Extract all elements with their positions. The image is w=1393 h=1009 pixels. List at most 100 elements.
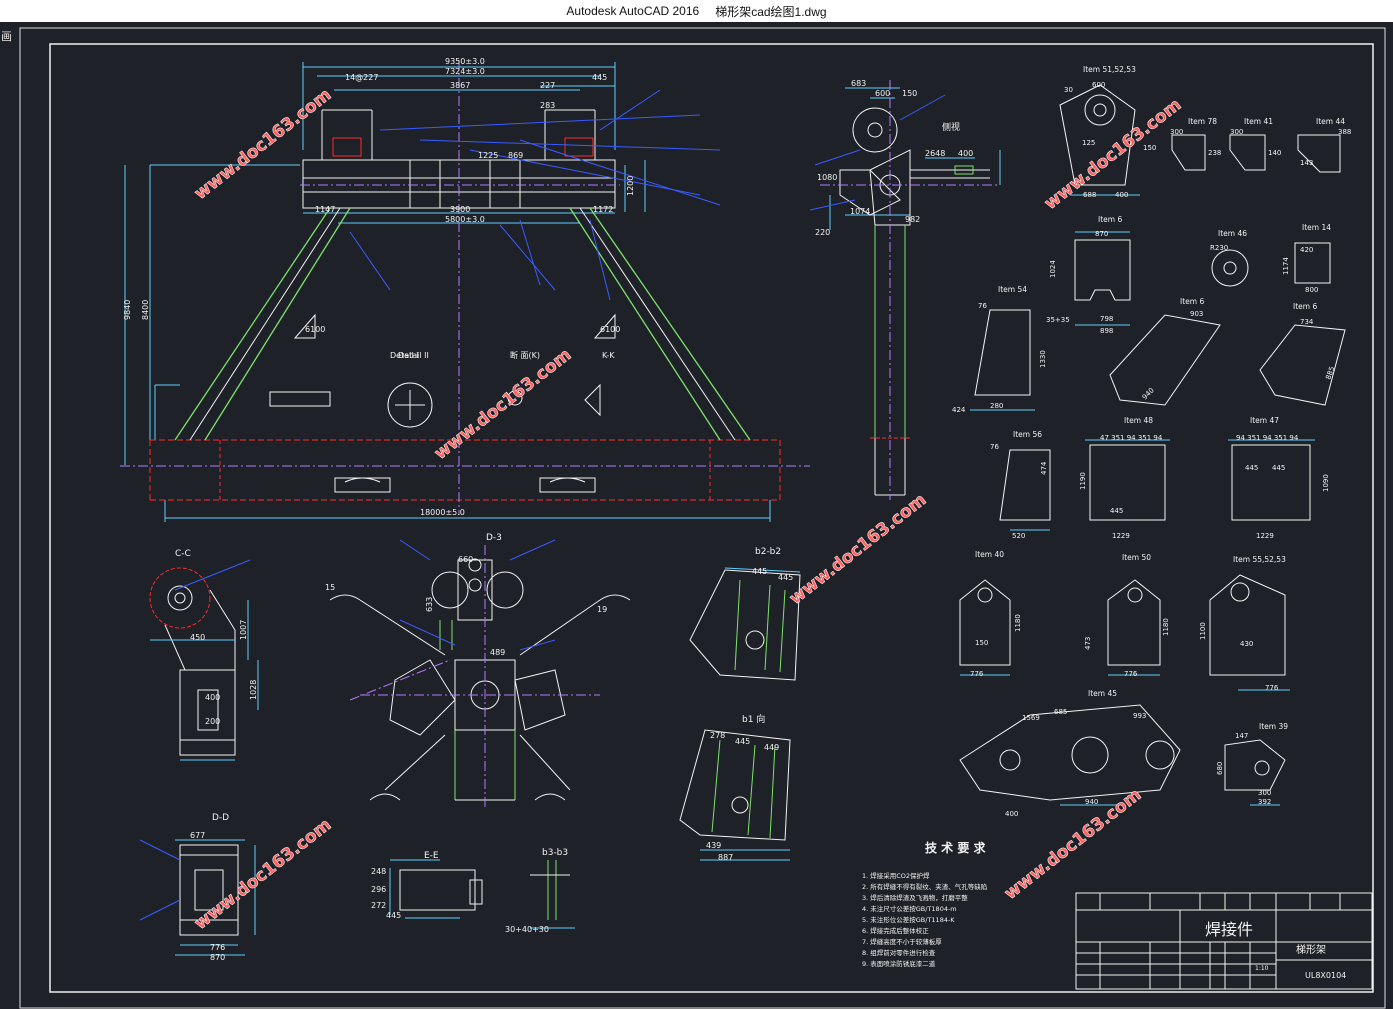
i45-dim-685: 685 — [1054, 708, 1067, 716]
i46-dim-r230: R230 — [1210, 244, 1228, 252]
b1-dim-449: 449 — [764, 743, 779, 752]
b1-dim-278: 278 — [710, 731, 725, 740]
dim-869: 869 — [508, 151, 523, 160]
section-b3b3 — [530, 860, 575, 929]
item-51-52-53-label: Item 51,52,53 — [1083, 65, 1136, 74]
ee-dim-445: 445 — [386, 911, 401, 920]
ee-dim-30: 30+40+30 — [505, 925, 549, 934]
detail-2-label: Detail II — [398, 351, 429, 360]
b3b3-label: b3-b3 — [542, 848, 568, 858]
i45-dim-940: 940 — [1085, 798, 1098, 806]
i14-dim-420: 420 — [1300, 246, 1313, 254]
main-dim-633: 633 — [425, 597, 434, 612]
dim-5800: 5800±3.0 — [445, 215, 485, 224]
i6b-dim-903: 903 — [1190, 310, 1203, 318]
side-dim-150: 150 — [902, 89, 917, 98]
i39-dim-392: 392 — [1258, 798, 1271, 806]
item-47-label: Item 47 — [1250, 416, 1279, 425]
item-50-label: Item 50 — [1122, 553, 1151, 562]
dim-3900: 3900 — [450, 205, 470, 214]
title-drawing-name: 梯形架 — [1296, 943, 1326, 956]
i45-dim-400: 400 — [1005, 810, 1018, 818]
b1-dim-887: 887 — [718, 853, 733, 862]
b1-label: b1 向 — [742, 713, 765, 725]
item-14-label: Item 14 — [1302, 223, 1331, 232]
title-scale: 1:10 — [1255, 965, 1269, 972]
dim-1147: 1147 — [315, 205, 335, 214]
i515253-dim-600: 600 — [1092, 81, 1105, 89]
tech-req-line: 2. 所有焊缝不得有裂纹、夹渣、气孔等缺陷 — [862, 882, 987, 891]
b1-dim-439: 439 — [706, 841, 721, 850]
section-main — [329, 539, 631, 810]
side-dim-1080: 1080 — [817, 173, 837, 182]
i41-dim-140: 140 — [1268, 149, 1281, 157]
item-6b-label: Item 6 — [1180, 297, 1204, 306]
side-dim-1074: 1074 — [850, 207, 870, 216]
watermark-4: www.doc163.com — [1041, 95, 1186, 214]
section-mark-label: 断 面(K) — [510, 350, 540, 360]
title-part-name: 焊接件 — [1205, 920, 1253, 939]
i6a-dim-1024: 1024 — [1049, 260, 1057, 278]
i54-dim-76: 76 — [978, 302, 987, 310]
item-56-label: Item 56 — [1013, 430, 1042, 439]
side-dim-400: 400 — [958, 149, 973, 158]
item-41-label: Item 41 — [1244, 117, 1273, 126]
i54-dim-424: 424 — [952, 406, 966, 414]
i48-dim-1190: 1190 — [1079, 472, 1087, 490]
i40-dim-776: 776 — [970, 670, 984, 678]
item-45-label: Item 45 — [1088, 689, 1117, 698]
i6c-dim-885: 885 — [1324, 365, 1336, 380]
tech-req-line: 9. 表面喷涂防锈底漆二道 — [862, 959, 936, 968]
dd-dim-776: 776 — [210, 943, 225, 952]
main-dim-660: 660 — [458, 555, 473, 564]
i55-dim-776: 776 — [1265, 684, 1279, 692]
i515253-dim-150: 150 — [1143, 144, 1156, 152]
item-39-label: Item 39 — [1259, 722, 1288, 731]
item-54-label: Item 54 — [998, 285, 1027, 294]
item-48-label: Item 48 — [1124, 416, 1153, 425]
section-b2b2 — [689, 567, 801, 681]
i515253-dim-400: 400 — [1115, 191, 1128, 199]
slope-left: 6100 — [305, 325, 325, 334]
tech-req-line: 8. 组焊前对零件进行检查 — [862, 948, 936, 957]
i6a-dim-870: 870 — [1095, 230, 1108, 238]
side-view — [809, 80, 1001, 500]
drawing-svg[interactable]: 9350±3.0 7324±3.0 3867 227 445 14@227 28… — [0, 0, 1393, 1009]
i47-dim-1229: 1229 — [1256, 532, 1274, 540]
watermarks: www.doc163.com www.doc163.com www.doc163… — [191, 85, 1186, 935]
tech-req-line: 3. 焊后清除焊渣及飞溅物，打磨平整 — [862, 893, 968, 902]
i56-dim-76: 76 — [990, 443, 999, 451]
side-dim-683: 683 — [851, 79, 866, 88]
i47-dim-445b: 445 — [1272, 464, 1285, 472]
i56-dim-520: 520 — [1012, 532, 1025, 540]
i41-dim-300: 300 — [1230, 128, 1243, 136]
cc-dim-200: 200 — [205, 717, 220, 726]
i39-dim-300: 300 — [1258, 789, 1271, 797]
tech-req-line: 1. 焊接采用CO2保护焊 — [862, 871, 930, 880]
i515253-dim-688: 688 — [1083, 191, 1096, 199]
i515253-dim-125: 125 — [1082, 139, 1095, 147]
i6c-dim-734: 734 — [1300, 318, 1314, 326]
i50-dim-473: 473 — [1084, 637, 1092, 650]
main-dim-489: 489 — [490, 648, 505, 657]
tech-req-line: 4. 未注尺寸公差按GB/T1804-m — [862, 904, 957, 913]
i54-dim-1330: 1330 — [1039, 350, 1047, 368]
watermark-3: www.doc163.com — [786, 490, 931, 609]
i14-dim-1174: 1174 — [1282, 257, 1290, 275]
dim-227: 227 — [540, 81, 555, 90]
dim-445: 445 — [592, 73, 607, 82]
main-dim-15: 15 — [325, 583, 335, 592]
tech-req-title: 技 术 要 求 — [925, 840, 987, 855]
i47-dim-94: 94 351 94 351 94 — [1236, 434, 1299, 442]
ee-label: E-E — [424, 851, 439, 861]
i48-dim-94: 47 351 94 351 94 — [1100, 434, 1163, 442]
dd-label: D-D — [212, 813, 229, 823]
i39-dim-680: 680 — [1216, 762, 1224, 775]
dim-1200: 1200 — [626, 176, 635, 196]
watermark-6: www.doc163.com — [1001, 785, 1146, 904]
watermark-1: www.doc163.com — [191, 85, 336, 204]
i44-dim-143: 143 — [1300, 159, 1313, 167]
item-44-label: Item 44 — [1316, 117, 1345, 126]
tech-req-list: 1. 焊接采用CO2保护焊 2. 所有焊缝不得有裂纹、夹渣、气孔等缺陷 3. 焊… — [862, 871, 987, 968]
i6a-dim-35: 35+35 — [1046, 316, 1070, 324]
